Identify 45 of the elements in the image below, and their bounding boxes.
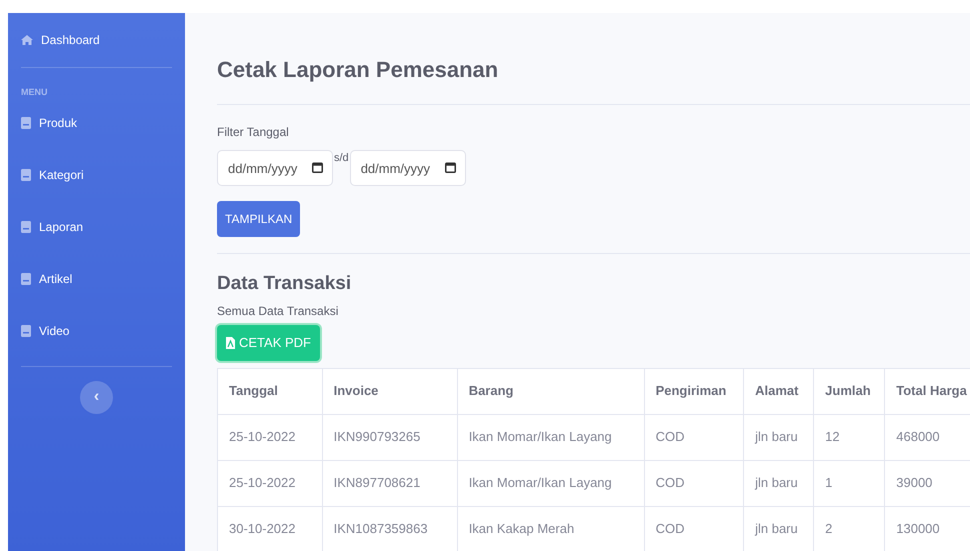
sidebar-item[interactable]: Dashboard (21, 13, 172, 67)
column-header: Pengiriman (644, 368, 744, 414)
book-icon (21, 324, 31, 336)
home-icon (21, 35, 33, 45)
table-cell: COD (644, 460, 744, 506)
table-cell: Ikan Momar/Ikan Layang (457, 414, 644, 460)
table-cell: 1 (814, 460, 885, 506)
pdf-file-icon (226, 336, 235, 348)
table-cell: jln baru (744, 460, 814, 506)
table-cell: COD (644, 414, 744, 460)
book-icon (21, 272, 31, 284)
table-cell: 25-10-2022 (218, 414, 322, 460)
table-cell: 30-10-2022 (218, 506, 322, 551)
sidebar-item[interactable]: Produk (21, 96, 172, 148)
table-cell: IKN897708621 (322, 460, 458, 506)
table-cell: Ikan Momar/Ikan Layang (457, 460, 644, 506)
show-button[interactable]: TAMPILKAN (217, 201, 300, 237)
sidebar-item[interactable]: Artikel (21, 252, 172, 304)
column-header: Tanggal (218, 368, 322, 414)
date-field[interactable]: dd/mm/yyyy (217, 150, 333, 186)
calendar-icon[interactable] (444, 162, 456, 173)
sidebar-toggle-button[interactable]: ‹ (80, 380, 113, 414)
separator-text: s/d (333, 151, 350, 166)
filter-label: Filter Tanggal (217, 124, 290, 141)
column-header: Invoice (322, 368, 458, 414)
menu-heading: MENU (21, 86, 48, 99)
book-icon (21, 220, 31, 232)
book-icon (21, 168, 31, 180)
table-cell: 25-10-2022 (218, 460, 322, 506)
section-title: Data Transaksi (217, 272, 352, 296)
column-header: Barang (457, 368, 644, 414)
date-field[interactable]: dd/mm/yyyy (350, 150, 466, 186)
column-header: Total Harga (884, 368, 970, 414)
page-title: Cetak Laporan Pemesanan (217, 56, 500, 84)
calendar-icon[interactable] (312, 162, 323, 173)
column-header: Alamat (744, 368, 814, 414)
column-header: Jumlah (814, 368, 885, 414)
table-cell: 12 (814, 414, 885, 460)
sidebar-item[interactable]: Kategori (21, 148, 172, 200)
table-cell: IKN990793265 (322, 414, 458, 460)
book-icon (21, 116, 31, 128)
table-cell: jln baru (744, 414, 814, 460)
sidebar-item[interactable]: Laporan (21, 200, 172, 252)
section-subtitle: Semua Data Transaksi (217, 302, 340, 320)
sidebar-item[interactable]: Video (21, 304, 172, 356)
